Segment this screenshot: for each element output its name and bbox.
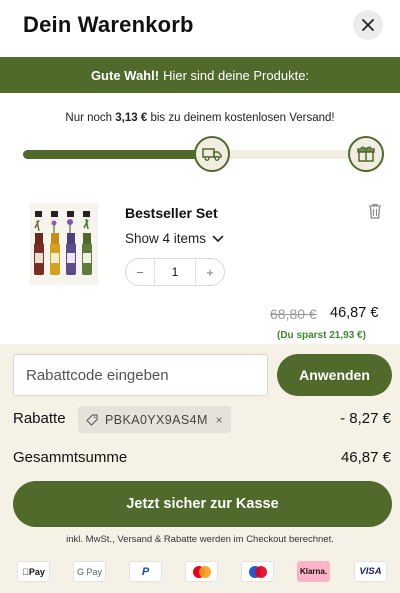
discount-code: PBKA0YX9AS4M <box>105 412 208 427</box>
remove-discount-icon[interactable]: × <box>216 413 223 427</box>
google-pay-icon: G Pay <box>73 561 106 582</box>
promo-banner: Gute Wahl! Hier sind deine Produkte: <box>0 57 400 93</box>
chevron-down-icon <box>212 235 224 242</box>
apply-coupon-button[interactable]: Anwenden <box>277 354 392 396</box>
close-button[interactable] <box>353 10 383 40</box>
discount-code-chip: PBKA0YX9AS4M × <box>78 406 231 433</box>
quantity-value[interactable]: 1 <box>154 259 196 285</box>
apple-pay-icon: Pay <box>17 561 50 582</box>
discounted-price: 46,87 € <box>330 305 379 321</box>
decrement-button[interactable]: − <box>126 265 154 280</box>
coupon-input[interactable] <box>13 354 268 396</box>
savings-note: (Du sparst 21,93 €) <box>277 330 366 341</box>
banner-text: Hier sind deine Produkte: <box>163 67 310 83</box>
close-icon <box>362 19 374 31</box>
cart-title: Dein Warenkorb <box>23 12 194 37</box>
shipping-suffix: bis zu deinem kostenlosen Versand! <box>150 112 335 124</box>
shipping-amount: 3,13 € <box>115 112 148 124</box>
maestro-icon <box>241 561 274 582</box>
checkout-button[interactable]: Jetzt sicher zur Kasse <box>13 481 392 527</box>
banner-strong: Gute Wahl! <box>90 67 160 83</box>
gift-icon <box>348 136 384 172</box>
increment-button[interactable]: + <box>196 265 224 280</box>
product-image[interactable] <box>30 203 98 285</box>
total-label: Gesammtsumme <box>13 449 128 466</box>
visa-icon: VISA <box>354 561 387 582</box>
paypal-icon: P <box>129 561 162 582</box>
truck-icon <box>194 136 230 172</box>
shipping-prefix: Nur noch <box>65 112 113 124</box>
checkout-note: inkl. MwSt., Versand & Rabatte werden im… <box>66 534 334 545</box>
tag-icon <box>86 413 98 426</box>
payment-methods: Pay G Pay P Klarna. VISA <box>17 561 387 583</box>
cart-header: Dein Warenkorb <box>0 0 400 57</box>
product-title[interactable]: Bestseller Set <box>125 205 218 221</box>
mastercard-icon <box>185 561 218 582</box>
show-items-toggle[interactable]: Show 4 items <box>125 231 224 246</box>
klarna-icon: Klarna. <box>297 561 330 582</box>
show-items-label: Show 4 items <box>125 231 207 246</box>
bottles-illustration <box>34 211 92 275</box>
discount-value: - 8,27 € <box>340 410 391 427</box>
shipping-progress-fill <box>23 150 207 159</box>
trash-icon[interactable] <box>368 203 384 219</box>
free-shipping-message: Nur noch 3,13 € bis zu deinem kostenlose… <box>0 112 400 124</box>
discount-label: Rabatte <box>13 410 66 427</box>
total-value: 46,87 € <box>340 449 391 466</box>
original-price: 68,80 € <box>270 306 317 322</box>
quantity-stepper: − 1 + <box>125 258 225 286</box>
